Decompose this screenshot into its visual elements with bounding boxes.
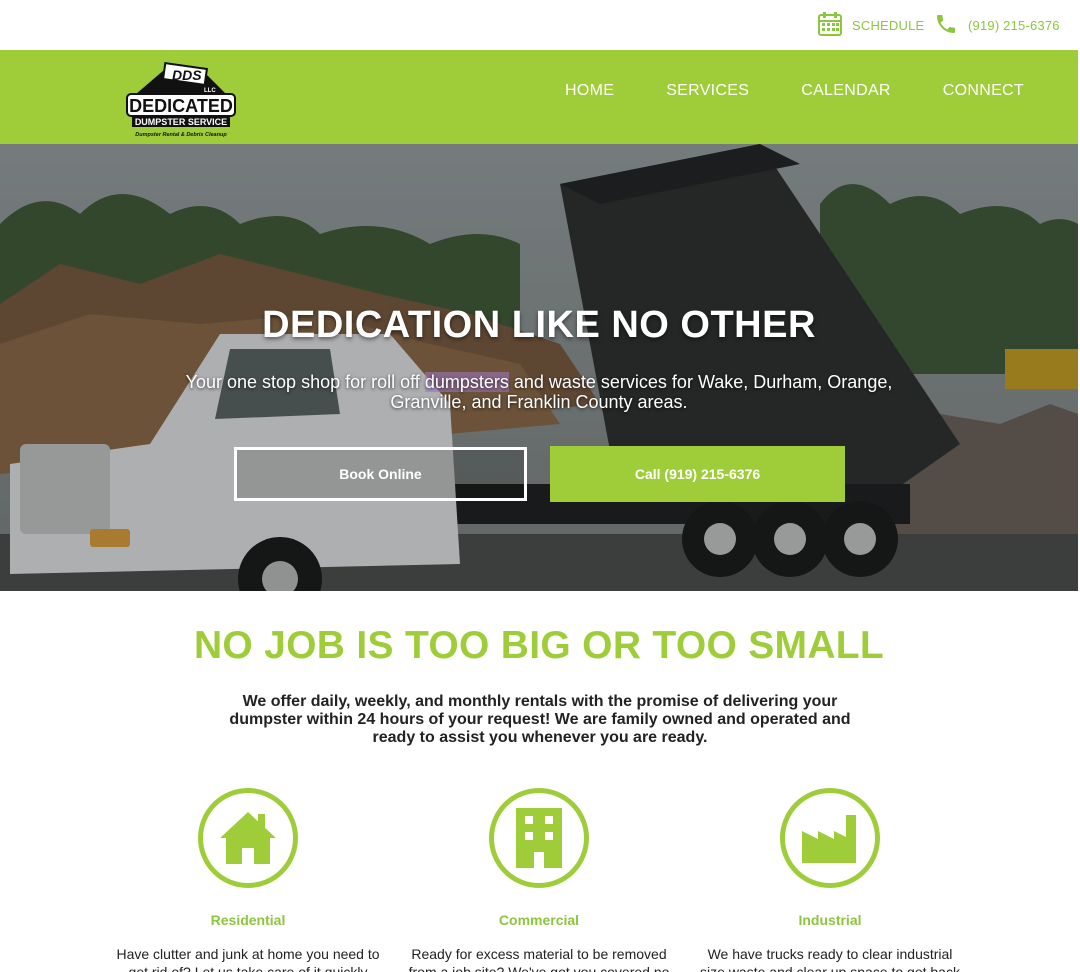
service-title: Commercial [498, 912, 580, 928]
building-icon [489, 788, 589, 888]
hero-banner: DEDICATION LIKE NO OTHER Your one stop s… [0, 144, 1078, 591]
service-description: Have clutter and junk at home you need t… [116, 946, 380, 972]
hero-subtitle-start: Your one stop shop for roll off [185, 372, 425, 392]
nav-calendar[interactable]: CALENDAR [801, 82, 891, 100]
top-utility-bar: SCHEDULE (919) 215-6376 [0, 0, 1080, 50]
logo-tagline: Dumpster Rental & Debris Cleanup [135, 132, 227, 138]
schedule-label: SCHEDULE [852, 18, 925, 33]
schedule-link[interactable]: SCHEDULE [818, 12, 924, 39]
phone-label: (919) 215-6376 [968, 18, 1060, 33]
service-title: Industrial [798, 912, 862, 928]
nav-connect[interactable]: CONNECT [943, 82, 1024, 100]
book-online-button[interactable]: Book Online [234, 447, 527, 501]
service-description: We have trucks ready to clear industrial… [700, 946, 960, 972]
main-nav: HOME SERVICES CALENDAR CONNECT [565, 82, 1024, 100]
main-header: DDS LLC DEDICATED DUMPSTER SERVICE Dumps… [0, 50, 1078, 144]
service-commercial: Commercial Ready for excess material to … [394, 788, 684, 972]
logo-name-line2: DUMPSTER SERVICE [135, 117, 227, 127]
call-button[interactable]: Call (919) 215-6376 [550, 446, 845, 502]
logo-name-line1: DEDICATED [129, 96, 233, 116]
company-logo[interactable]: DDS LLC DEDICATED DUMPSTER SERVICE Dumps… [124, 56, 238, 140]
hero-overlay [0, 144, 1078, 591]
service-description: Ready for excess material to be removed … [408, 946, 670, 972]
service-title: Residential [210, 912, 286, 928]
logo-mark-text: DDS [172, 67, 202, 83]
section-title: NO JOB IS TOO BIG OR TOO SMALL [193, 624, 885, 667]
phone-icon [934, 12, 958, 39]
service-industrial: Industrial We have trucks ready to clear… [685, 788, 975, 972]
calendar-icon [818, 12, 842, 39]
service-residential: Residential Have clutter and junk at hom… [103, 788, 393, 972]
nav-services[interactable]: SERVICES [666, 82, 749, 100]
factory-icon [780, 788, 880, 888]
nav-home[interactable]: HOME [565, 82, 614, 100]
hero-subtitle-highlight: dumpsters [424, 372, 509, 392]
hero-title: DEDICATION LIKE NO OTHER [262, 304, 816, 346]
house-icon [198, 788, 298, 888]
intro-text: We offer daily, weekly, and monthly rent… [229, 693, 851, 746]
phone-link[interactable]: (919) 215-6376 [934, 12, 1060, 39]
hero-subtitle: Your one stop shop for roll off dumpster… [160, 372, 918, 412]
